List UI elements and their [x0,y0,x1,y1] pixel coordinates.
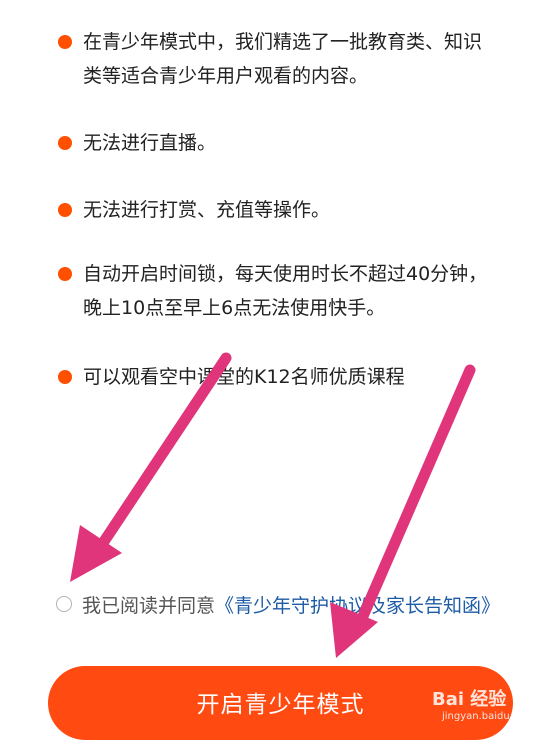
bullet-dot-icon [58,136,72,150]
bullet-dot-icon [58,35,72,49]
list-item: 无法进行打赏、充值等操作。 [58,193,498,227]
consent-prefix: 我已阅读并同意 [82,595,216,617]
bullet-dot-icon [58,203,72,217]
consent-radio[interactable] [56,596,72,612]
list-item: 在青少年模式中，我们精选了一批教育类、知识类等适合青少年用户观看的内容。 [58,25,498,93]
watermark-url: jingyan.baidu.com [442,711,535,722]
consent-row: 我已阅读并同意《青少年守护协议及家长告知函》 [56,590,526,622]
list-item-text: 无法进行直播。 [83,132,217,154]
list-item-text: 可以观看空中课堂的K12名师优质课程 [83,366,405,388]
list-item-text: 无法进行打赏、充值等操作。 [83,199,331,221]
bullet-dot-icon [58,370,72,384]
list-item: 可以观看空中课堂的K12名师优质课程 [58,360,498,394]
bullet-dot-icon [58,267,72,281]
list-item-text: 在青少年模式中，我们精选了一批教育类、知识类等适合青少年用户观看的内容。 [83,31,483,87]
baidu-watermark: Bai 经验 jingyan.baidu.com [432,683,535,729]
list-item-text: 自动开启时间锁，每天使用时长不超过40分钟，晚上10点至早上6点无法使用快手。 [83,263,488,319]
agreement-link[interactable]: 《青少年守护协议及家长告知函》 [215,595,500,617]
list-item: 自动开启时间锁，每天使用时长不超过40分钟，晚上10点至早上6点无法使用快手。 [58,257,498,325]
watermark-logo: Bai 经验 [432,689,507,710]
list-item: 无法进行直播。 [58,126,498,160]
